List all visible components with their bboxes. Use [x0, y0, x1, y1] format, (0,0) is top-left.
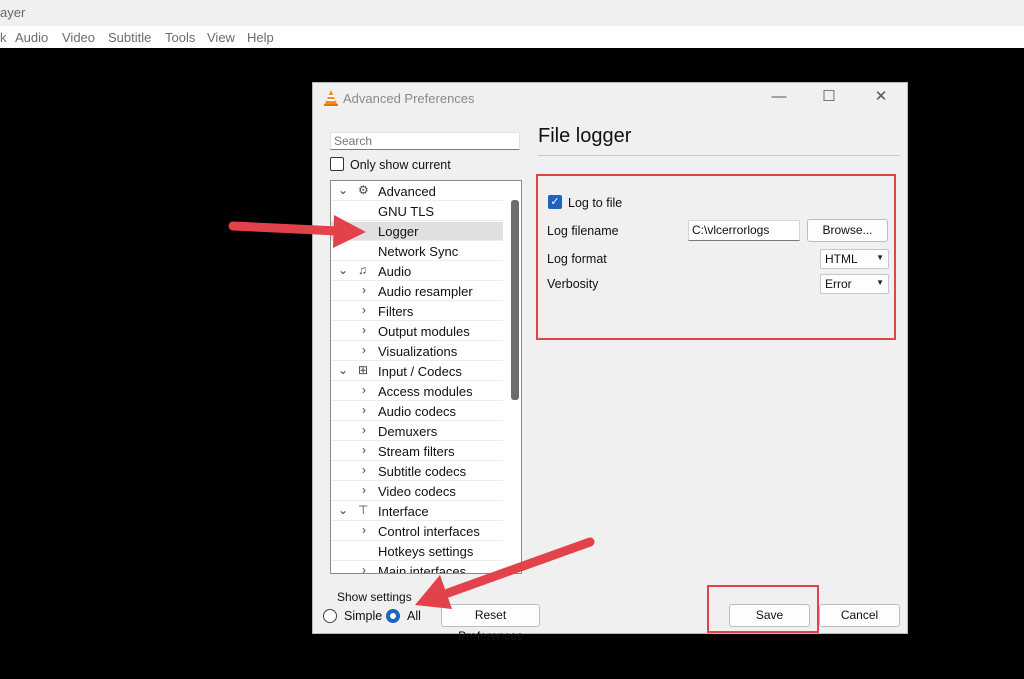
menu-video[interactable]: Video — [62, 30, 95, 45]
menu-subtitle[interactable]: Subtitle — [108, 30, 151, 45]
tree-item-demuxers[interactable]: › Demuxers — [331, 422, 503, 441]
chevron-right-icon[interactable]: › — [358, 423, 370, 437]
tree-item-access-modules[interactable]: › Access modules — [331, 382, 503, 401]
tree-item-label: Main interfaces — [378, 564, 467, 574]
tree-item-label: Audio codecs — [378, 404, 457, 419]
minimize-icon[interactable]: — — [765, 87, 793, 107]
menu-tools[interactable]: Tools — [165, 30, 195, 45]
tree-item-video-codecs[interactable]: › Video codecs — [331, 482, 503, 501]
chevron-right-icon[interactable]: › — [358, 403, 370, 417]
chevron-right-icon[interactable]: › — [358, 463, 370, 477]
advanced-preferences-dialog: Advanced Preferences — ☐ ✕ Search Only s… — [312, 82, 908, 643]
menu-audio[interactable]: Audio — [15, 30, 48, 45]
cancel-button[interactable]: Cancel — [819, 604, 900, 627]
tree-item-advanced[interactable]: ⌄ ⚙ Advanced — [331, 182, 503, 201]
tree-item-filters[interactable]: › Filters — [331, 302, 503, 321]
tree-item-main-interfaces[interactable]: › Main interfaces — [331, 562, 503, 574]
menu-media-fragment[interactable]: k — [0, 30, 7, 45]
maximize-icon[interactable]: ☐ — [815, 87, 843, 107]
chevron-down-icon[interactable]: ⌄ — [337, 263, 349, 277]
chevron-down-icon[interactable]: ⌄ — [337, 503, 349, 517]
tree-item-label: Control interfaces — [378, 524, 480, 539]
tree-item-interface[interactable]: ⌄ ⊤ Interface — [331, 502, 503, 521]
menu-view[interactable]: View — [207, 30, 235, 45]
tree-item-label: Stream filters — [378, 444, 455, 459]
chevron-right-icon[interactable]: › — [358, 523, 370, 537]
show-settings-label: Show settings — [337, 590, 412, 604]
tree-item-audio-codecs[interactable]: › Audio codecs — [331, 402, 503, 421]
all-radio[interactable] — [386, 609, 400, 623]
highlight-box-save — [707, 585, 819, 633]
chevron-right-icon[interactable]: › — [358, 483, 370, 497]
tree-item-label: Video codecs — [378, 484, 456, 499]
simple-label: Simple — [344, 609, 383, 623]
tree-item-label: Interface — [378, 504, 429, 519]
player-title-bar: ayer — [0, 0, 1024, 26]
tree-item-label: Network Sync — [378, 244, 459, 259]
tree-item-visualizations[interactable]: › Visualizations — [331, 342, 503, 361]
tree-item-stream-filters[interactable]: › Stream filters — [331, 442, 503, 461]
chevron-right-icon[interactable]: › — [358, 303, 370, 317]
tree-item-label: Access modules — [378, 384, 473, 399]
player-menu-bar: k Audio Video Subtitle Tools View Help — [0, 26, 1024, 48]
only-show-current-checkbox[interactable] — [330, 157, 344, 171]
tree-item-label: Visualizations — [378, 344, 458, 359]
gear-icon: ⚙ — [358, 183, 369, 197]
dialog-title: Advanced Preferences — [343, 91, 475, 106]
highlight-box-settings — [536, 174, 896, 340]
tree-item-label: Audio resampler — [378, 284, 473, 299]
title-divider — [538, 155, 900, 156]
reset-preferences-button[interactable]: Reset Preferences — [441, 604, 540, 643]
page-title: File logger — [538, 125, 632, 147]
chevron-right-icon[interactable]: › — [358, 383, 370, 397]
chevron-down-icon[interactable]: ⌄ — [337, 363, 349, 377]
tree-item-output-modules[interactable]: › Output modules — [331, 322, 503, 341]
all-label: All — [407, 609, 421, 623]
tree-item-audio[interactable]: ⌄ ♫ Audio — [331, 262, 503, 281]
tree-item-label: Logger — [378, 224, 419, 239]
tree-item-label: Filters — [378, 304, 414, 319]
tree-item-label: Output modules — [378, 324, 470, 339]
search-input[interactable]: Search — [330, 132, 520, 150]
player-title: ayer — [0, 5, 26, 20]
tree-item-label: Hotkeys settings — [378, 544, 474, 559]
chevron-right-icon[interactable]: › — [358, 343, 370, 357]
menu-help[interactable]: Help — [247, 30, 274, 45]
preferences-tree[interactable]: ⌄ ⚙ Advanced GNU TLS Logger Network Sync ⌄ ♫ Aud… — [330, 180, 522, 574]
tree-item-label: Advanced — [378, 184, 436, 199]
tree-scrollbar[interactable] — [511, 200, 519, 400]
codec-icon: ⊞ — [358, 363, 369, 377]
chevron-right-icon[interactable]: › — [358, 443, 370, 457]
close-icon[interactable]: ✕ — [867, 87, 895, 107]
chevron-right-icon[interactable]: › — [358, 283, 370, 297]
music-note-icon: ♫ — [358, 263, 367, 277]
tree-item-label: GNU TLS — [378, 204, 435, 219]
chevron-right-icon[interactable]: › — [358, 563, 370, 573]
tree-item-hotkeys-settings[interactable]: Hotkeys settings — [331, 542, 503, 561]
tree-item-logger[interactable]: Logger — [331, 222, 503, 241]
tree-item-audio-resampler[interactable]: › Audio resampler — [331, 282, 503, 301]
simple-radio[interactable] — [323, 609, 337, 623]
tree-item-control-interfaces[interactable]: › Control interfaces — [331, 522, 503, 541]
paint-roller-icon: ⊤ — [358, 503, 369, 517]
only-show-current-label: Only show current — [350, 158, 451, 172]
tree-item-label: Demuxers — [378, 424, 438, 439]
chevron-right-icon[interactable]: › — [358, 323, 370, 337]
tree-item-gnu-tls[interactable]: GNU TLS — [331, 202, 503, 221]
tree-item-label: Subtitle codecs — [378, 464, 467, 479]
tree-item-label: Input / Codecs — [378, 364, 462, 379]
tree-item-network-sync[interactable]: Network Sync — [331, 242, 503, 261]
tree-item-label: Audio — [378, 264, 412, 279]
tree-item-subtitle-codecs[interactable]: › Subtitle codecs — [331, 462, 503, 481]
tree-item-input-codecs[interactable]: ⌄ ⊞ Input / Codecs — [331, 362, 503, 381]
chevron-down-icon[interactable]: ⌄ — [337, 183, 349, 197]
